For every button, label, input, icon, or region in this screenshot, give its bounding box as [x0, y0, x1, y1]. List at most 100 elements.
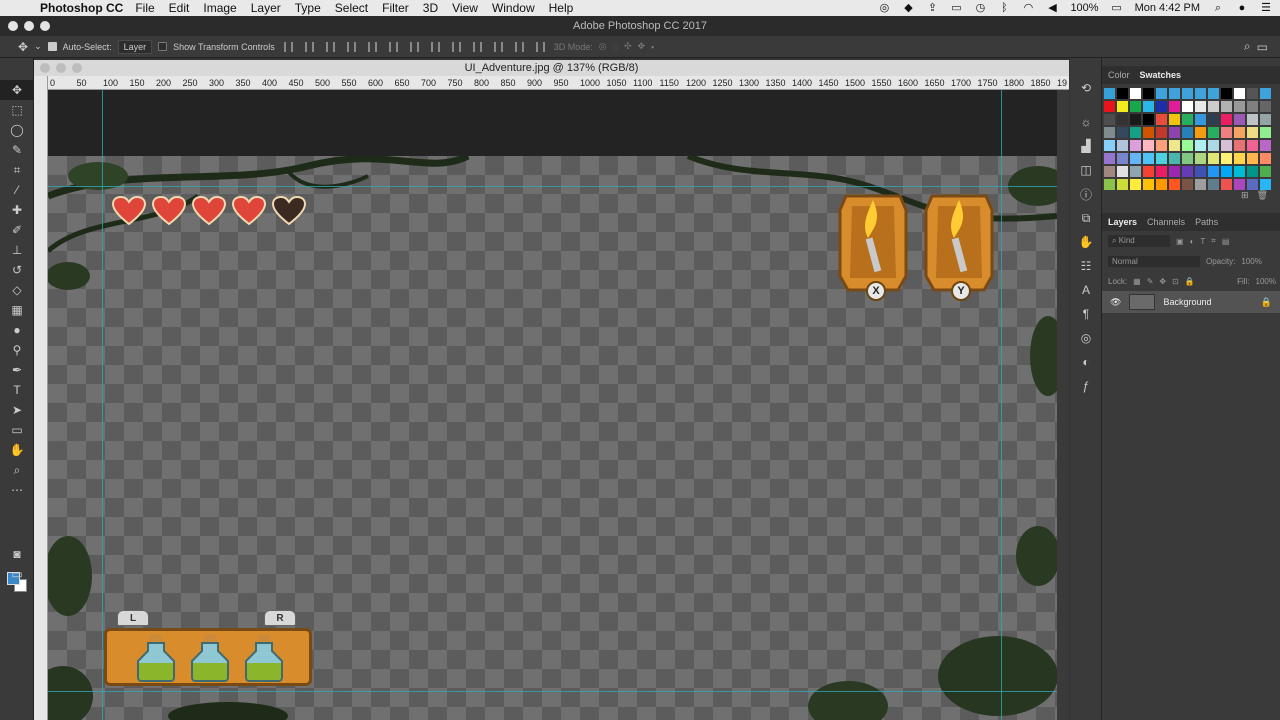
color-swatch[interactable]: [1195, 127, 1206, 138]
color-swatch[interactable]: [1221, 179, 1232, 190]
minimize-document-button[interactable]: [56, 63, 66, 73]
color-swatch[interactable]: [1169, 88, 1180, 99]
tab-channels[interactable]: Channels: [1147, 217, 1185, 227]
cc-libraries-panel-icon[interactable]: ◎: [1070, 326, 1102, 350]
color-swatch[interactable]: [1143, 114, 1154, 125]
color-swatch[interactable]: [1234, 101, 1245, 112]
color-swatch[interactable]: [1143, 140, 1154, 151]
guide-right[interactable]: [1001, 90, 1002, 720]
color-swatch[interactable]: [1156, 153, 1167, 164]
color-swatch[interactable]: [1208, 114, 1219, 125]
color-swatch[interactable]: [1104, 153, 1115, 164]
color-swatch[interactable]: [1156, 179, 1167, 190]
zoom-window-button[interactable]: [40, 21, 50, 31]
color-swatch[interactable]: [1208, 88, 1219, 99]
clone-stamp-tool-icon[interactable]: ⊥: [0, 240, 34, 260]
color-swatch[interactable]: [1260, 127, 1271, 138]
3d-rotate-icon[interactable]: ◎: [599, 41, 607, 52]
color-swatch[interactable]: [1169, 127, 1180, 138]
color-swatch[interactable]: [1221, 88, 1232, 99]
path-select-tool-icon[interactable]: ➤: [0, 400, 34, 420]
color-swatch[interactable]: [1221, 101, 1232, 112]
color-swatch[interactable]: [1195, 166, 1206, 177]
blur-tool-icon[interactable]: ●: [0, 320, 34, 340]
color-swatch[interactable]: [1221, 127, 1232, 138]
color-swatch[interactable]: [1117, 127, 1128, 138]
color-swatch[interactable]: [1104, 166, 1115, 177]
glyphs-panel-icon[interactable]: ƒ: [1070, 374, 1102, 398]
color-swatch[interactable]: [1143, 101, 1154, 112]
color-swatch[interactable]: [1143, 153, 1154, 164]
color-swatch[interactable]: [1104, 101, 1115, 112]
libraries-panel-icon[interactable]: ◫: [1070, 158, 1102, 182]
color-swatch[interactable]: [1169, 101, 1180, 112]
menu-type[interactable]: Type: [295, 1, 321, 15]
paragraph-panel-icon[interactable]: ¶: [1070, 302, 1102, 326]
align-right-icon[interactable]: [388, 41, 398, 52]
color-swatch[interactable]: [1234, 140, 1245, 151]
color-swatch[interactable]: [1104, 88, 1115, 99]
color-swatch[interactable]: [1260, 153, 1271, 164]
color-swatch[interactable]: [1247, 88, 1258, 99]
color-swatch[interactable]: [1130, 101, 1141, 112]
quick-mask-icon[interactable]: ◙: [0, 544, 34, 564]
airplay-icon[interactable]: ▭: [950, 2, 962, 14]
color-swatch[interactable]: [1169, 153, 1180, 164]
lock-all-icon[interactable]: 🔒: [1185, 277, 1195, 286]
color-swatch[interactable]: [1195, 140, 1206, 151]
canvas-area[interactable]: X Y L R: [48, 90, 1057, 720]
color-swatch[interactable]: [1156, 88, 1167, 99]
color-swatch[interactable]: [1247, 153, 1258, 164]
color-swatch[interactable]: [1182, 166, 1193, 177]
color-swatch[interactable]: [1221, 114, 1232, 125]
color-swatch[interactable]: [1182, 127, 1193, 138]
pen-tool-icon[interactable]: ✒: [0, 360, 34, 380]
guide-left[interactable]: [102, 90, 103, 720]
color-swatch[interactable]: [1130, 140, 1141, 151]
character-panel-icon[interactable]: A: [1070, 278, 1102, 302]
move-tool-preset-icon[interactable]: ✥: [18, 40, 28, 54]
color-swatch[interactable]: [1208, 153, 1219, 164]
3d-roll-icon[interactable]: ◌: [613, 42, 618, 52]
color-swatch[interactable]: [1117, 101, 1128, 112]
color-swatch[interactable]: [1260, 179, 1271, 190]
menu-filter[interactable]: Filter: [382, 1, 409, 15]
blend-mode-dropdown[interactable]: Normal: [1108, 255, 1200, 267]
auto-select-dropdown[interactable]: Layer: [117, 39, 153, 54]
color-swatch[interactable]: [1130, 179, 1141, 190]
menu-layer[interactable]: Layer: [251, 1, 281, 15]
color-swatch[interactable]: [1195, 114, 1206, 125]
canvas-artboard[interactable]: X Y L R: [48, 156, 1057, 720]
volume-icon[interactable]: ◀: [1046, 2, 1058, 14]
creative-cloud-icon[interactable]: ◎: [878, 2, 890, 14]
color-swatch[interactable]: [1195, 179, 1206, 190]
info-panel-icon[interactable]: ⓘ: [1070, 182, 1102, 206]
kind-filter-dropdown[interactable]: ⌕ Kind: [1108, 235, 1170, 247]
menu-window[interactable]: Window: [492, 1, 535, 15]
3d-drag-icon[interactable]: ✣: [624, 41, 632, 52]
distribute-right-icon[interactable]: [514, 41, 524, 52]
screen-mode-icon[interactable]: ▭: [0, 564, 34, 584]
color-swatch[interactable]: [1182, 101, 1193, 112]
more-tools-icon[interactable]: ⋯: [0, 480, 34, 500]
filter-adjustment-icon[interactable]: ◐: [1190, 237, 1195, 246]
color-swatch[interactable]: [1104, 179, 1115, 190]
menu-select[interactable]: Select: [335, 1, 368, 15]
color-swatch[interactable]: [1117, 153, 1128, 164]
document-tab[interactable]: UI_Adventure.jpg @ 137% (RGB/8): [34, 60, 1069, 76]
quick-select-tool-icon[interactable]: ✎: [0, 140, 34, 160]
color-swatch[interactable]: [1143, 88, 1154, 99]
gradient-tool-icon[interactable]: ▦: [0, 300, 34, 320]
align-left-icon[interactable]: [346, 41, 356, 52]
color-swatch[interactable]: [1234, 153, 1245, 164]
align-top-icon[interactable]: [283, 41, 293, 52]
color-swatch[interactable]: [1169, 179, 1180, 190]
bluetooth-icon[interactable]: ᛒ: [998, 2, 1010, 14]
vertical-scrollbar[interactable]: [1057, 90, 1069, 720]
color-swatch[interactable]: [1130, 88, 1141, 99]
notification-center-icon[interactable]: ☰: [1260, 2, 1272, 14]
color-swatch[interactable]: [1208, 101, 1219, 112]
color-swatch[interactable]: [1208, 140, 1219, 151]
layer-comps-panel-icon[interactable]: ⧉: [1070, 206, 1102, 230]
opacity-field[interactable]: 100%: [1241, 257, 1261, 266]
